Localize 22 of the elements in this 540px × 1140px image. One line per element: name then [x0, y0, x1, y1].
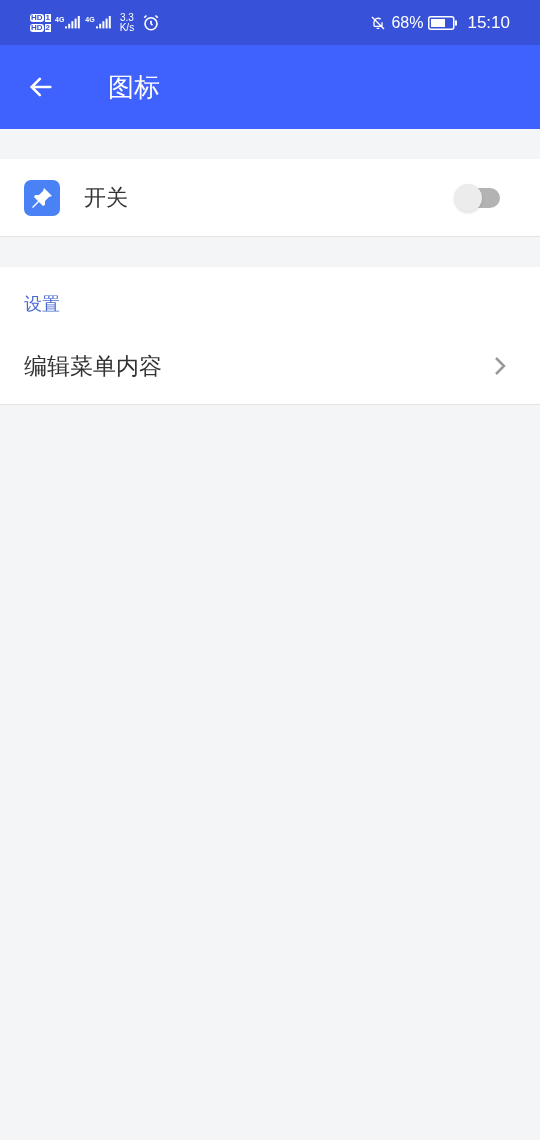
sim-slot: 2 — [44, 23, 51, 32]
alarm-icon — [142, 13, 161, 32]
sim-label: HD — [30, 23, 44, 32]
battery-icon — [428, 15, 459, 30]
page-title: 图标 — [108, 70, 160, 104]
clock: 15:10 — [467, 11, 510, 34]
network-speed: K/s — [119, 22, 135, 33]
switch-label: 开关 — [84, 184, 129, 212]
pin-icon — [24, 179, 60, 216]
menu-item-label: 编辑菜单内容 — [24, 351, 163, 381]
battery-percent: 68% — [391, 12, 424, 33]
network-speed: 3.3 — [119, 12, 134, 23]
bell-off-icon — [370, 14, 387, 31]
section-header: 设置 — [23, 293, 61, 316]
signal-icon — [65, 15, 82, 30]
signal-icon — [95, 15, 112, 30]
chevron-right-icon — [494, 356, 506, 376]
menu-item[interactable]: 编辑菜单内容 — [0, 328, 540, 404]
switch-row[interactable]: 开关 — [0, 159, 540, 237]
sim-label: HD — [30, 13, 44, 22]
toggle-switch[interactable] — [454, 183, 500, 212]
sim-slot: 1 — [44, 13, 51, 22]
